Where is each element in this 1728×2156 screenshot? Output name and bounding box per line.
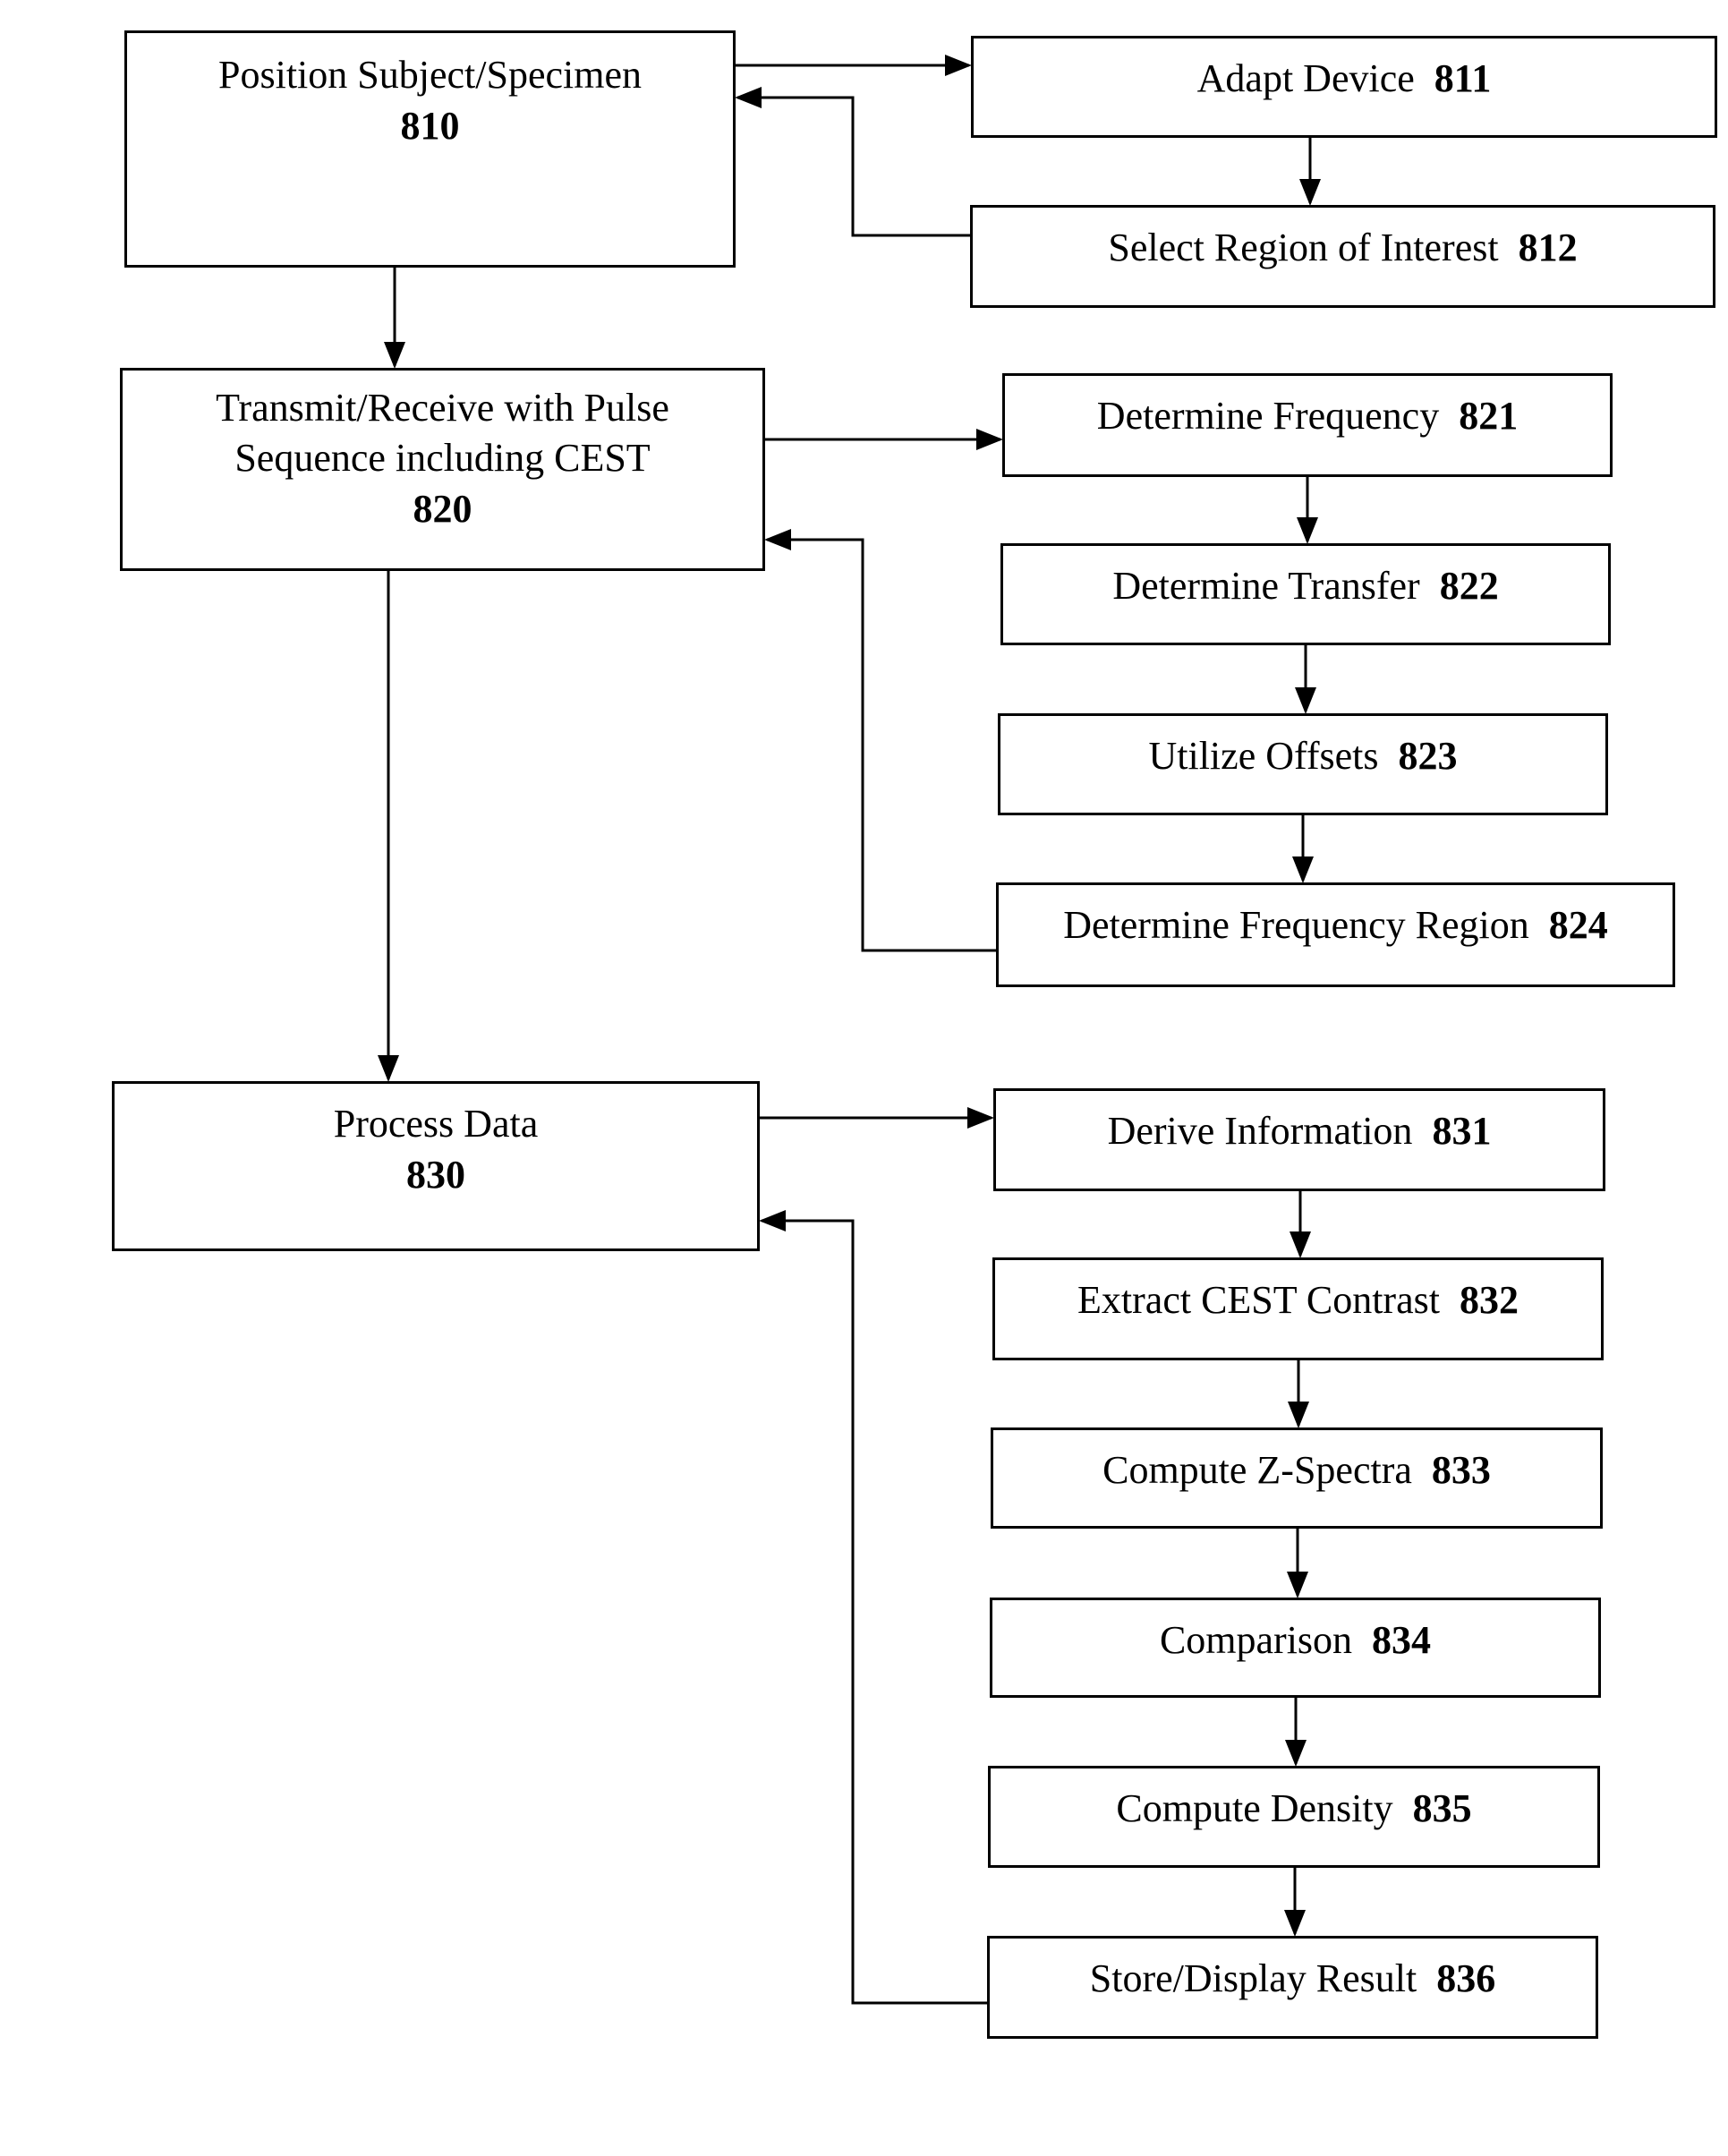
step-833-number: 833 <box>1421 1448 1491 1492</box>
step-833-compute-z-spectra: Compute Z-Spectra 833 <box>991 1427 1603 1529</box>
step-811-label: Adapt Device <box>1196 56 1415 100</box>
step-822-label: Determine Transfer <box>1112 564 1420 608</box>
arrow-812-to-810 <box>735 87 970 237</box>
step-812-label: Select Region of Interest <box>1108 226 1499 269</box>
step-830-number: 830 <box>406 1153 465 1197</box>
step-821-determine-frequency: Determine Frequency 821 <box>1002 373 1613 477</box>
step-821-label: Determine Frequency <box>1096 394 1440 438</box>
step-811-adapt-device: Adapt Device 811 <box>971 36 1717 138</box>
arrow-836-to-830 <box>759 1210 987 2005</box>
step-836-store-display-result: Store/Display Result 836 <box>987 1936 1598 2039</box>
step-823-number: 823 <box>1388 734 1458 778</box>
step-824-determine-frequency-region: Determine Frequency Region 824 <box>996 882 1675 987</box>
step-831-label: Derive Information <box>1107 1109 1413 1153</box>
step-820-number: 820 <box>413 486 472 531</box>
step-810-number: 810 <box>400 104 460 149</box>
step-822-determine-transfer: Determine Transfer 822 <box>1000 543 1611 645</box>
step-832-label: Extract CEST Contrast <box>1077 1278 1440 1322</box>
step-830-process-data: Process Data 830 <box>112 1081 760 1251</box>
step-836-label: Store/Display Result <box>1089 1956 1417 2000</box>
step-836-number: 836 <box>1426 1956 1496 2000</box>
step-831-number: 831 <box>1422 1109 1492 1153</box>
step-832-extract-cest-contrast: Extract CEST Contrast 832 <box>992 1257 1604 1360</box>
step-810-label: Position Subject/Specimen <box>218 53 642 97</box>
step-812-number: 812 <box>1508 226 1578 269</box>
step-832-number: 832 <box>1449 1278 1519 1322</box>
step-835-label: Compute Density <box>1116 1786 1393 1830</box>
step-835-number: 835 <box>1402 1786 1472 1830</box>
step-820-label-line1: Transmit/Receive with Pulse <box>216 386 669 430</box>
step-824-number: 824 <box>1538 903 1608 947</box>
step-830-label: Process Data <box>333 1102 539 1146</box>
step-812-select-region: Select Region of Interest 812 <box>970 205 1715 308</box>
step-820-label-line2: Sequence including CEST <box>234 436 651 481</box>
step-834-label: Comparison <box>1159 1618 1353 1662</box>
step-823-label: Utilize Offsets <box>1148 734 1379 778</box>
step-821-number: 821 <box>1449 394 1519 438</box>
step-824-label: Determine Frequency Region <box>1063 903 1529 947</box>
step-811-number: 811 <box>1424 56 1492 100</box>
arrow-824-to-820 <box>764 529 996 952</box>
step-835-compute-density: Compute Density 835 <box>988 1766 1600 1868</box>
step-831-derive-information: Derive Information 831 <box>993 1088 1605 1191</box>
cest-flowchart: Position Subject/Specimen 810 Transmit/R… <box>0 0 1728 2156</box>
step-810-position-subject: Position Subject/Specimen 810 <box>124 30 736 268</box>
step-833-label: Compute Z-Spectra <box>1102 1448 1412 1492</box>
step-834-comparison: Comparison 834 <box>990 1598 1601 1698</box>
step-820-transmit-receive: Transmit/Receive with Pulse Sequence inc… <box>120 368 765 571</box>
step-834-number: 834 <box>1362 1618 1432 1662</box>
step-823-utilize-offsets: Utilize Offsets 823 <box>998 713 1608 815</box>
step-822-number: 822 <box>1429 564 1499 608</box>
